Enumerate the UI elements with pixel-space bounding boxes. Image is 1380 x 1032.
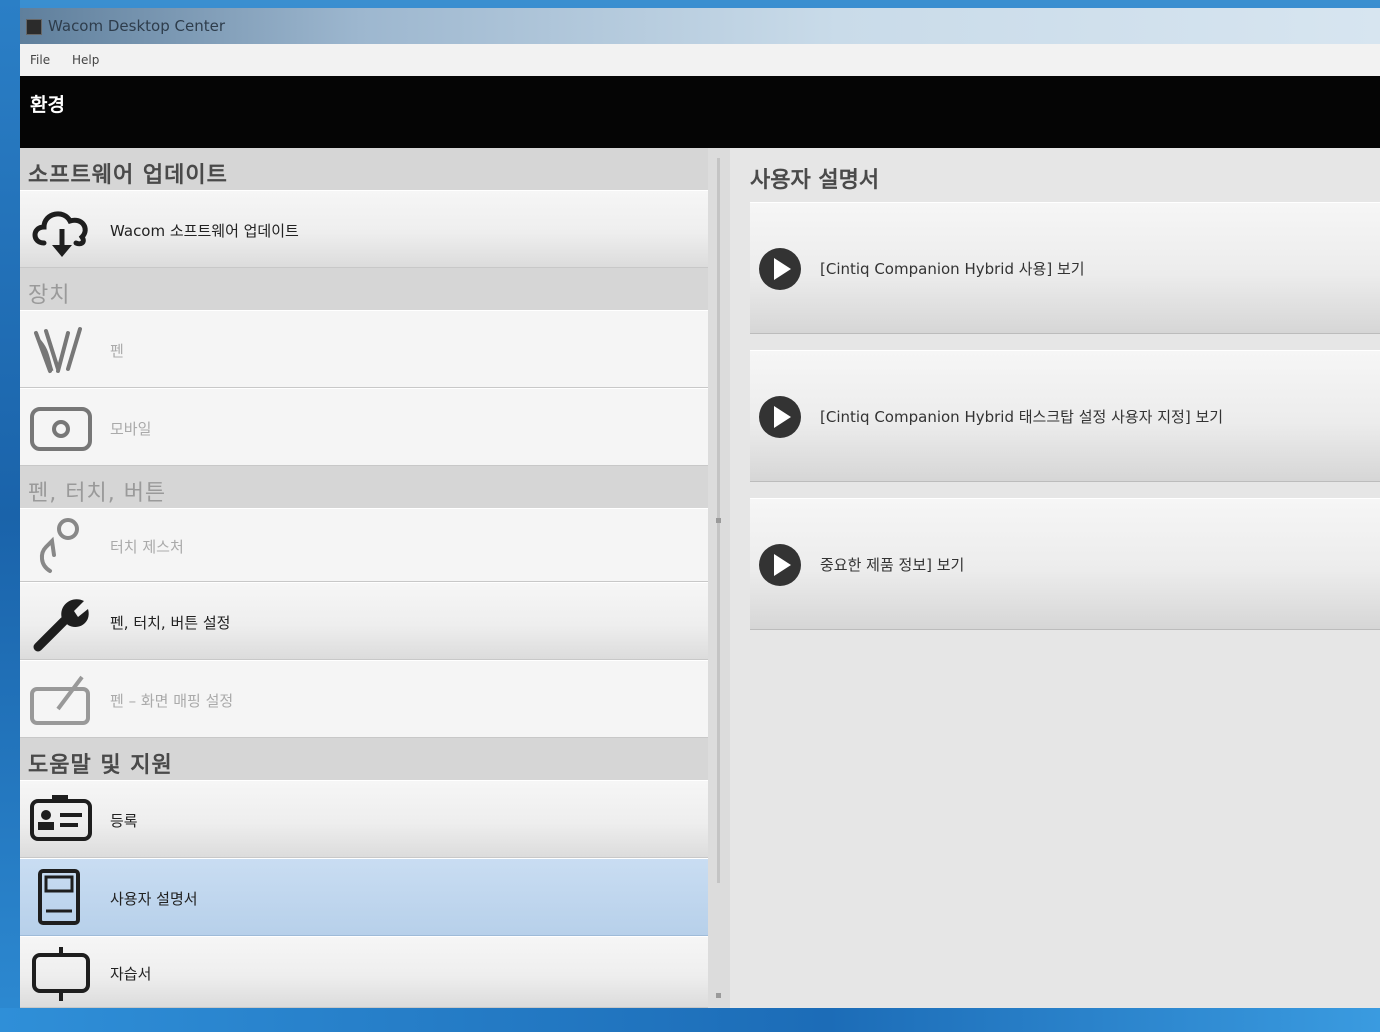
pens-icon — [34, 327, 82, 373]
play-icon — [759, 544, 801, 586]
nav-item-label: 터치 제스처 — [110, 538, 184, 556]
desktop-background-bottom — [0, 1008, 1380, 1032]
page-title: 환경 — [30, 94, 65, 116]
id-card-icon — [30, 795, 92, 841]
manual-link-use[interactable]: [Cintiq Companion Hybrid 사용] 보기 — [750, 202, 1380, 334]
nav-item-pen[interactable]: 펜 — [20, 310, 708, 388]
menu-help[interactable]: Help — [72, 53, 99, 67]
nav-item-pen-touch-button-settings[interactable]: 펜, 터치, 버튼 설정 — [20, 582, 708, 660]
menu-bar: File Help — [20, 44, 1380, 77]
content-panel: 사용자 설명서 [Cintiq Companion Hybrid 사용] 보기 … — [730, 148, 1380, 1008]
manual-icon — [38, 869, 80, 925]
left-navigation-panel: 소프트웨어 업데이트 Wacom 소프트웨어 업데이트 장치 펜 모바일 펜, … — [20, 148, 708, 1008]
manual-link-important-info[interactable]: 중요한 제품 정보] 보기 — [750, 498, 1380, 630]
manual-link-customize[interactable]: [Cintiq Companion Hybrid 태스크탑 설정 사용자 지정]… — [750, 350, 1380, 482]
tutorial-icon — [32, 947, 90, 1001]
tablet-icon — [30, 407, 92, 451]
title-bar[interactable]: Wacom Desktop Center — [20, 8, 1380, 44]
play-icon — [759, 396, 801, 438]
content-title: 사용자 설명서 — [750, 168, 880, 193]
panel-splitter[interactable] — [708, 148, 730, 1008]
nav-item-user-manual[interactable]: 사용자 설명서 — [20, 858, 708, 936]
nav-item-label: 펜, 터치, 버튼 설정 — [110, 614, 231, 632]
cloud-download-icon — [32, 211, 88, 257]
scroll-down-arrow[interactable] — [716, 993, 721, 998]
section-header-devices: 장치 — [20, 268, 708, 310]
nav-item-tutorials[interactable]: 자습서 — [20, 936, 708, 1008]
manual-link-label: [Cintiq Companion Hybrid 태스크탑 설정 사용자 지정]… — [820, 408, 1224, 426]
section-header-software-update: 소프트웨어 업데이트 — [20, 148, 708, 190]
nav-item-mobile[interactable]: 모바일 — [20, 388, 708, 466]
menu-file[interactable]: File — [30, 53, 50, 67]
nav-item-label: Wacom 소프트웨어 업데이트 — [110, 222, 299, 240]
nav-item-pen-display-mapping[interactable]: 펜 – 화면 매핑 설정 — [20, 660, 708, 738]
display-mapping-icon — [30, 675, 90, 725]
header-bar: 환경 — [20, 76, 1380, 148]
nav-item-label: 펜 – 화면 매핑 설정 — [110, 692, 234, 710]
manual-link-label: 중요한 제품 정보] 보기 — [820, 556, 965, 574]
wrench-icon — [33, 599, 89, 652]
touch-gesture-icon — [39, 518, 79, 573]
manual-link-label: [Cintiq Companion Hybrid 사용] 보기 — [820, 260, 1085, 278]
nav-item-label: 사용자 설명서 — [110, 890, 198, 908]
nav-item-touch-gestures[interactable]: 터치 제스처 — [20, 508, 708, 582]
section-header-help-support: 도움말 및 지원 — [20, 738, 708, 780]
nav-item-label: 펜 — [110, 342, 124, 360]
splitter-grip[interactable] — [716, 518, 721, 523]
window-title: Wacom Desktop Center — [48, 17, 225, 35]
nav-item-registration[interactable]: 등록 — [20, 780, 708, 858]
desktop-background-left — [0, 0, 20, 1032]
nav-item-label: 자습서 — [110, 965, 152, 983]
nav-item-label: 모바일 — [110, 420, 152, 438]
app-icon — [26, 19, 42, 35]
app-window: Wacom Desktop Center File Help 환경 소프트웨어 … — [20, 8, 1380, 1008]
nav-item-label: 등록 — [110, 812, 138, 830]
play-icon — [759, 248, 801, 290]
nav-item-wacom-software-update[interactable]: Wacom 소프트웨어 업데이트 — [20, 190, 708, 268]
section-header-pen-touch-buttons: 펜, 터치, 버튼 — [20, 466, 708, 508]
